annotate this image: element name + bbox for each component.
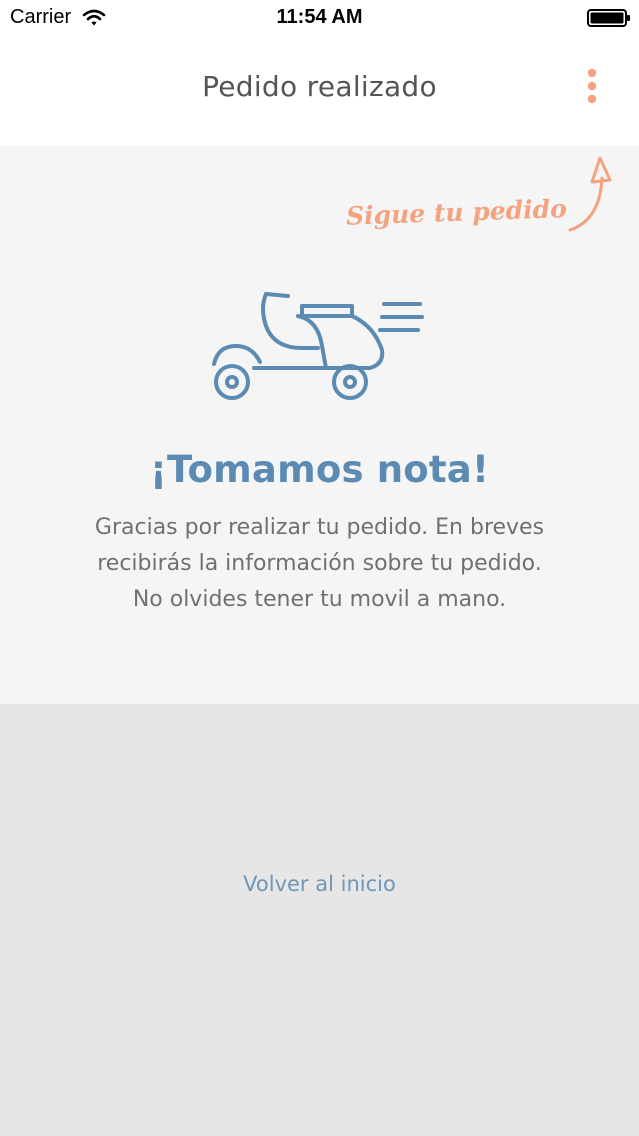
battery-icon	[587, 9, 630, 27]
more-options-button[interactable]	[578, 66, 606, 108]
footer-panel: Volver al inicio	[0, 704, 639, 1136]
confirmation-panel: Sigue tu pedido ¡Tomamos nota! Gracias p…	[0, 146, 639, 704]
status-time: 11:54 AM	[276, 6, 363, 28]
confirmation-heading: ¡Tomamos nota!	[149, 448, 490, 491]
message-line: No olvides tener tu movil a mano.	[132, 587, 507, 612]
back-to-home-link[interactable]: Volver al inicio	[0, 872, 639, 896]
navigation-bar: Pedido realizado	[0, 40, 639, 146]
status-bar: Carrier 11:54 AM	[0, 0, 639, 40]
vertical-dots-icon	[587, 68, 597, 104]
message-line: Gracias por realizar tu pedido. En breve…	[94, 515, 545, 540]
curved-arrow-icon	[568, 156, 612, 232]
page-title: Pedido realizado	[202, 70, 437, 103]
track-order-hint: Sigue tu pedido	[345, 194, 568, 231]
message-line: recibirás la información sobre tu pedido…	[97, 551, 542, 576]
scooter-icon	[212, 292, 424, 400]
confirmation-message: Gracias por realizar tu pedido. En breve…	[40, 510, 599, 618]
